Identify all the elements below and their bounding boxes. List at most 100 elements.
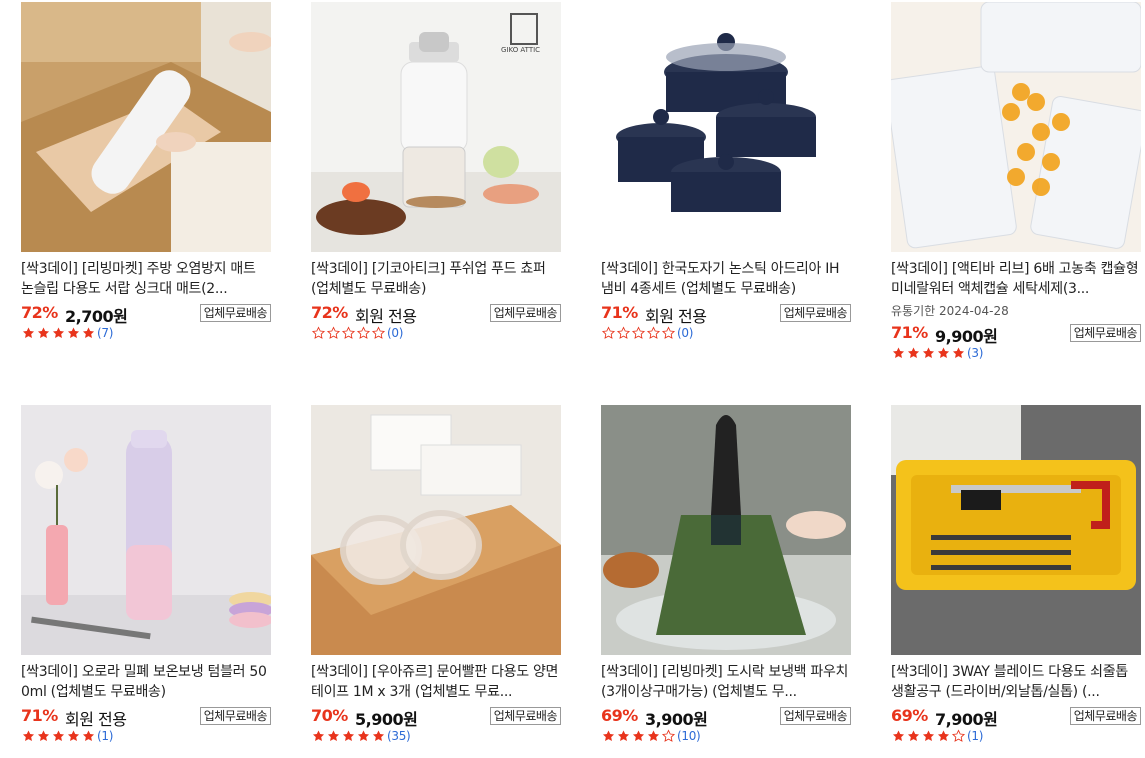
product-title[interactable]: [싹3데이] 3WAY 블레이드 다용도 쇠줄톱 생활공구 (드라이버/외날톱/… bbox=[891, 662, 1141, 702]
discount-rate: 72% bbox=[311, 303, 348, 322]
star-filled-icon bbox=[67, 327, 80, 339]
star-filled-icon bbox=[937, 730, 950, 742]
food-chopper-photo: GIKO ATTIC bbox=[311, 2, 561, 252]
discount-rate: 69% bbox=[601, 706, 638, 725]
product-image[interactable] bbox=[891, 2, 1141, 252]
star-filled-icon bbox=[892, 730, 905, 742]
star-rating bbox=[21, 729, 96, 743]
star-rating bbox=[601, 326, 676, 340]
product-title[interactable]: [싹3데이] [액티바 리브] 6배 고농축 캡슐형 미네랄워터 액체캡슐 세탁… bbox=[891, 259, 1141, 299]
sale-price: 회원 전용 bbox=[65, 710, 127, 729]
star-filled-icon bbox=[922, 347, 935, 359]
sale-price: 2,700원 bbox=[65, 307, 128, 326]
saw-tool-photo bbox=[891, 405, 1141, 655]
pot-set-photo bbox=[601, 2, 851, 252]
star-filled-icon bbox=[922, 730, 935, 742]
star-rating bbox=[21, 326, 96, 340]
discount-rate: 71% bbox=[601, 303, 638, 322]
star-empty-icon bbox=[371, 326, 386, 339]
product-title[interactable]: [싹3데이] 한국도자기 논스틱 아드리아 IH 냄비 4종세트 (업체별도 무… bbox=[601, 259, 851, 299]
discount-rate: 70% bbox=[311, 706, 348, 725]
product-title[interactable]: [싹3데이] 오로라 밀폐 보온보냉 텀블러 500ml (업체별도 무료배송) bbox=[21, 662, 271, 702]
review-count[interactable]: (3) bbox=[967, 346, 983, 360]
star-filled-icon bbox=[327, 730, 340, 742]
review-count[interactable]: (1) bbox=[967, 729, 983, 743]
price-row: 70% 5,900원 업체무료배송 bbox=[311, 705, 561, 729]
star-empty-icon bbox=[311, 326, 326, 339]
star-filled-icon bbox=[892, 347, 905, 359]
product-image[interactable] bbox=[891, 405, 1141, 655]
product-image[interactable] bbox=[21, 2, 271, 252]
review-count[interactable]: (7) bbox=[97, 326, 113, 340]
star-filled-icon bbox=[22, 327, 35, 339]
star-empty-icon bbox=[631, 326, 646, 339]
rating: (3) bbox=[891, 345, 1141, 361]
product-card[interactable]: [싹3데이] [리빙마켓] 도시락 보냉백 파우치(3개이상구매가능) (업체별… bbox=[601, 405, 851, 744]
discount-rate: 69% bbox=[891, 706, 928, 725]
star-empty-icon bbox=[326, 326, 341, 339]
product-image[interactable] bbox=[601, 405, 851, 655]
star-rating bbox=[891, 346, 966, 360]
lunch-bag-photo bbox=[601, 405, 851, 655]
star-empty-icon bbox=[661, 326, 676, 339]
review-count[interactable]: (35) bbox=[387, 729, 411, 743]
review-count[interactable]: (1) bbox=[97, 729, 113, 743]
product-image[interactable]: GIKO ATTIC bbox=[311, 2, 561, 252]
star-empty-icon bbox=[356, 326, 371, 339]
sale-price: 5,900원 bbox=[355, 710, 418, 729]
star-empty-icon bbox=[601, 326, 616, 339]
price-row: 69% 7,900원 업체무료배송 bbox=[891, 705, 1141, 729]
product-title[interactable]: [싹3데이] [리빙마켓] 주방 오염방지 매트 논슬립 다용도 서랍 싱크대 … bbox=[21, 259, 271, 299]
sale-price: 회원 전용 bbox=[355, 307, 417, 326]
product-card[interactable]: GIKO ATTIC [싹3데이] [기코아티크] 푸쉬업 푸드 쵸퍼 (업체별… bbox=[311, 2, 561, 341]
review-count[interactable]: (10) bbox=[677, 729, 701, 743]
price-row: 69% 3,900원 업체무료배송 bbox=[601, 705, 851, 729]
star-filled-icon bbox=[37, 730, 50, 742]
review-count[interactable]: (0) bbox=[677, 326, 693, 340]
star-filled-icon bbox=[907, 347, 920, 359]
review-count[interactable]: (0) bbox=[387, 326, 403, 340]
star-rating bbox=[311, 729, 386, 743]
star-filled-icon bbox=[602, 730, 615, 742]
product-title[interactable]: [싹3데이] [리빙마켓] 도시락 보냉백 파우치(3개이상구매가능) (업체별… bbox=[601, 662, 851, 702]
star-filled-icon bbox=[37, 327, 50, 339]
product-image[interactable] bbox=[311, 405, 561, 655]
tape-photo bbox=[311, 405, 561, 655]
star-filled-icon bbox=[647, 730, 660, 742]
expiry-date: 유통기한 2024-04-28 bbox=[891, 304, 1009, 318]
star-filled-icon bbox=[907, 730, 920, 742]
star-empty-icon bbox=[341, 326, 356, 339]
price-row: 71% 회원 전용 업체무료배송 bbox=[601, 302, 851, 326]
product-image[interactable] bbox=[21, 405, 271, 655]
product-card[interactable]: [싹3데이] [우아쥬르] 문어빨판 다용도 양면테이프 1M x 3개 (업체… bbox=[311, 405, 561, 744]
price-row: 71% 9,900원 업체무료배송 bbox=[891, 322, 1141, 346]
star-empty-icon bbox=[951, 729, 966, 742]
star-rating bbox=[601, 729, 676, 743]
product-title[interactable]: [싹3데이] [기코아티크] 푸쉬업 푸드 쵸퍼 (업체별도 무료배송) bbox=[311, 259, 561, 299]
star-filled-icon bbox=[632, 730, 645, 742]
star-filled-icon bbox=[52, 327, 65, 339]
star-filled-icon bbox=[952, 347, 965, 359]
laundry-capsule-photo bbox=[891, 2, 1141, 252]
free-shipping-badge: 업체무료배송 bbox=[1069, 324, 1141, 342]
product-card[interactable]: [싹3데이] [액티바 리브] 6배 고농축 캡슐형 미네랄워터 액체캡슐 세탁… bbox=[891, 2, 1141, 361]
product-card[interactable]: [싹3데이] 오로라 밀폐 보온보냉 텀블러 500ml (업체별도 무료배송)… bbox=[21, 405, 271, 744]
product-title[interactable]: [싹3데이] [우아쥬르] 문어빨판 다용도 양면테이프 1M x 3개 (업체… bbox=[311, 662, 561, 702]
star-filled-icon bbox=[67, 730, 80, 742]
star-filled-icon bbox=[372, 730, 385, 742]
product-card[interactable]: [싹3데이] 한국도자기 논스틱 아드리아 IH 냄비 4종세트 (업체별도 무… bbox=[601, 2, 851, 341]
star-filled-icon bbox=[22, 730, 35, 742]
product-image[interactable] bbox=[601, 2, 851, 252]
price-row: 71% 회원 전용 업체무료배송 bbox=[21, 705, 271, 729]
product-card[interactable]: [싹3데이] [리빙마켓] 주방 오염방지 매트 논슬립 다용도 서랍 싱크대 … bbox=[21, 2, 271, 341]
rating: (0) bbox=[311, 325, 561, 341]
star-empty-icon bbox=[661, 729, 676, 742]
discount-rate: 72% bbox=[21, 303, 58, 322]
free-shipping-badge: 업체무료배송 bbox=[779, 304, 851, 322]
product-card[interactable]: [싹3데이] 3WAY 블레이드 다용도 쇠줄톱 생활공구 (드라이버/외날톱/… bbox=[891, 405, 1141, 744]
drawer-mat-photo bbox=[21, 2, 271, 252]
star-empty-icon bbox=[616, 326, 631, 339]
price-row: 72% 회원 전용 업체무료배송 bbox=[311, 302, 561, 326]
free-shipping-badge: 업체무료배송 bbox=[199, 707, 271, 725]
free-shipping-badge: 업체무료배송 bbox=[489, 304, 561, 322]
